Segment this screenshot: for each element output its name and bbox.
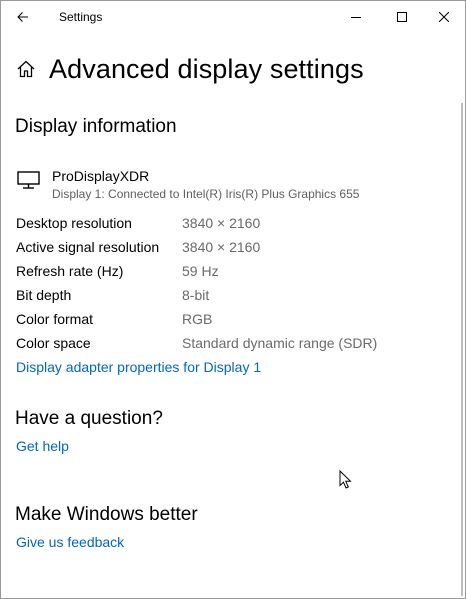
info-label: Refresh rate (Hz) — [16, 263, 124, 279]
scrollbar[interactable] — [461, 103, 463, 596]
display-information-heading: Display information — [15, 116, 177, 137]
monitor-name: ProDisplayXDR — [52, 168, 150, 184]
window-title: Settings — [59, 10, 103, 24]
info-row-bit-depth: Bit depth 8-bit — [16, 287, 446, 307]
arrow-left-icon — [17, 12, 28, 22]
info-value: 59 Hz — [182, 263, 219, 279]
mouse-cursor-icon — [339, 470, 352, 489]
display-adapter-properties-link[interactable]: Display adapter properties for Display 1 — [16, 359, 261, 375]
info-label: Active signal resolution — [16, 239, 160, 255]
info-value: RGB — [182, 311, 213, 327]
home-icon[interactable] — [15, 58, 37, 80]
info-value: Standard dynamic range (SDR) — [182, 335, 378, 351]
get-help-link[interactable]: Get help — [16, 438, 69, 454]
page-title: Advanced display settings — [49, 53, 364, 84]
monitor-icon — [17, 171, 40, 189]
back-button[interactable] — [1, 1, 45, 33]
maximize-icon — [397, 12, 407, 22]
info-row-color-format: Color format RGB — [16, 311, 446, 331]
close-icon — [439, 12, 449, 22]
minimize-icon — [351, 17, 361, 18]
monitor-description: Display 1: Connected to Intel(R) Iris(R)… — [52, 187, 360, 201]
give-us-feedback-link[interactable]: Give us feedback — [16, 534, 124, 550]
info-value: 3840 × 2160 — [182, 215, 261, 231]
info-label: Color format — [16, 311, 94, 327]
info-label: Desktop resolution — [16, 215, 132, 231]
make-windows-better-heading: Make Windows better — [15, 504, 198, 525]
page-header: Advanced display settings — [15, 51, 364, 87]
info-row-refresh-rate: Refresh rate (Hz) 59 Hz — [16, 263, 446, 283]
title-bar: Settings — [1, 1, 465, 33]
have-a-question-heading: Have a question? — [15, 408, 163, 429]
info-row-color-space: Color space Standard dynamic range (SDR) — [16, 335, 446, 355]
maximize-button[interactable] — [379, 1, 425, 33]
close-button[interactable] — [421, 1, 465, 33]
info-label: Bit depth — [16, 287, 72, 303]
minimize-button[interactable] — [333, 1, 379, 33]
info-value: 3840 × 2160 — [182, 239, 261, 255]
settings-window: Settings Advanced display settings Displ… — [0, 0, 466, 599]
info-label: Color space — [16, 335, 91, 351]
info-row-desktop-resolution: Desktop resolution 3840 × 2160 — [16, 215, 446, 235]
info-value: 8-bit — [182, 287, 210, 303]
info-row-active-signal-resolution: Active signal resolution 3840 × 2160 — [16, 239, 446, 259]
